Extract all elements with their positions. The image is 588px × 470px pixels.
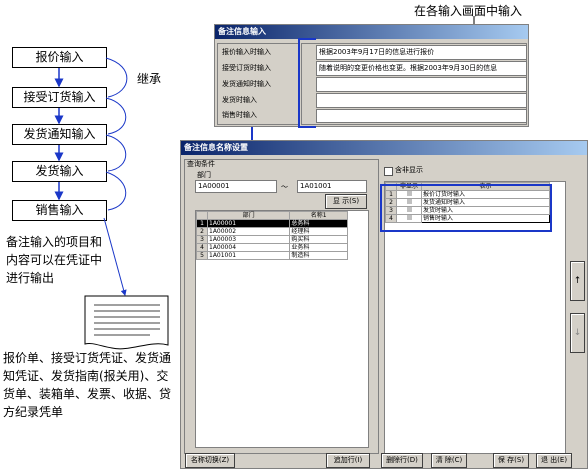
nonshow-checkbox[interactable] [384,167,393,176]
docs-line: 知凭证、发货指南(报关用)、交 [3,369,169,383]
remarks-window: 备注信息输入 报价输入时输入 接受订货时输入 发货通知时输入 发货时输入 销售时… [214,24,529,127]
note-line: 内容可以在凭证中 [6,253,103,267]
table-row[interactable]: 1 1A00001 总务科 [196,219,348,228]
dept-table: 部门 名称1 1 1A00001 总务科 2 1A00002 经理科 3 1A0… [195,210,369,448]
documents-text: 报价单、接受订货凭证、发货通 知凭证、发货指南(报关用)、交 货单、装箱单、发票… [3,349,181,421]
show-button[interactable]: 显 示(S) [325,194,367,209]
note-text: 备注输入的项目和 内容可以在凭证中 进行输出 [6,233,118,287]
row-number: 1 [196,219,208,228]
remarks-field-order[interactable]: 随着说明的变更价格也变更。根据2003年9月30日的信息 [316,61,527,76]
remarks-label: 报价输入时输入 [222,48,271,56]
inherit-label: 继承 [137,72,162,86]
fields-highlight-frame [298,38,316,128]
remarks-field-quote[interactable]: 根据2003年9月17日的信息进行报价 [316,45,527,60]
range-separator: ～ [281,183,288,191]
dept-code: 1A00001 [206,219,291,228]
dept-col-header: 部门 [206,211,291,220]
dept-code: 1A00004 [206,243,291,252]
table-row[interactable]: 5 1A01001 制造科 [196,251,348,260]
dept-code: 1A00003 [206,235,291,244]
names-highlight-frame [380,184,552,232]
remarks-field-sales[interactable] [316,109,527,123]
delete-row-button[interactable]: 删除行(D) [381,453,423,468]
query-group: 查询条件 部门 1A00001 ～ 1A01001 显 示(S) 部门 名称1 … [184,159,379,454]
dept-name: 总务科 [289,219,348,228]
dept-name-col-header: 名称1 [289,211,348,220]
add-row-button[interactable]: 追加行(I) [326,453,370,468]
dept-to-input[interactable]: 1A01001 [297,180,367,193]
exit-button[interactable]: 退 出(E) [536,453,572,468]
remarks-labels: 报价输入时输入 接受订货时输入 发货通知时输入 发货时输入 销售时输入 [217,43,299,125]
docs-line: 货单、装箱单、发票、收据、贷 [3,387,172,401]
dept-table-corner [196,211,208,220]
row-number: 5 [196,251,208,260]
note-line: 备注输入的项目和 [6,235,103,249]
dept-code: 1A00002 [206,227,291,236]
remarks-field-notice[interactable] [316,77,527,92]
remarks-label: 发货通知时输入 [222,80,271,88]
nonshow-label: 含非显示 [395,166,423,174]
table-row[interactable]: 4 1A00004 业务科 [196,243,348,252]
move-down-button[interactable]: ↓ [570,313,585,353]
dept-code: 1A01001 [206,251,291,260]
remarks-label: 发货时输入 [222,96,257,104]
docs-line: 报价单、接受订货凭证、发货通 [3,351,172,365]
table-row[interactable]: 2 1A00002 经理科 [196,227,348,236]
note-line: 进行输出 [6,271,55,285]
dept-from-input[interactable]: 1A00001 [195,180,277,193]
remarks-label: 销售时输入 [222,111,257,119]
dept-label: 部门 [197,171,211,179]
move-up-button[interactable]: ↑ [570,261,585,301]
switch-name-button[interactable]: 名称切换(Z) [185,453,235,468]
settings-window-title: 备注信息名称设置 [181,141,587,155]
remarks-label: 接受订货时输入 [222,64,271,72]
clear-button[interactable]: 清 除(C) [431,453,467,468]
docs-line: 方纪录凭单 [3,405,64,419]
row-number: 3 [196,235,208,244]
table-row[interactable]: 3 1A00003 购买科 [196,235,348,244]
dept-name: 制造科 [289,251,348,260]
dept-name: 购买科 [289,235,348,244]
query-group-label: 查询条件 [187,160,215,168]
remarks-field-shipping[interactable] [316,93,527,108]
dept-name: 业务科 [289,243,348,252]
remarks-window-title: 备注信息输入 [215,25,528,39]
dept-name: 经理科 [289,227,348,236]
callout-text: 在各输入画面中输入 [414,4,523,18]
row-number: 2 [196,227,208,236]
save-button[interactable]: 保 存(S) [493,453,529,468]
row-number: 4 [196,243,208,252]
